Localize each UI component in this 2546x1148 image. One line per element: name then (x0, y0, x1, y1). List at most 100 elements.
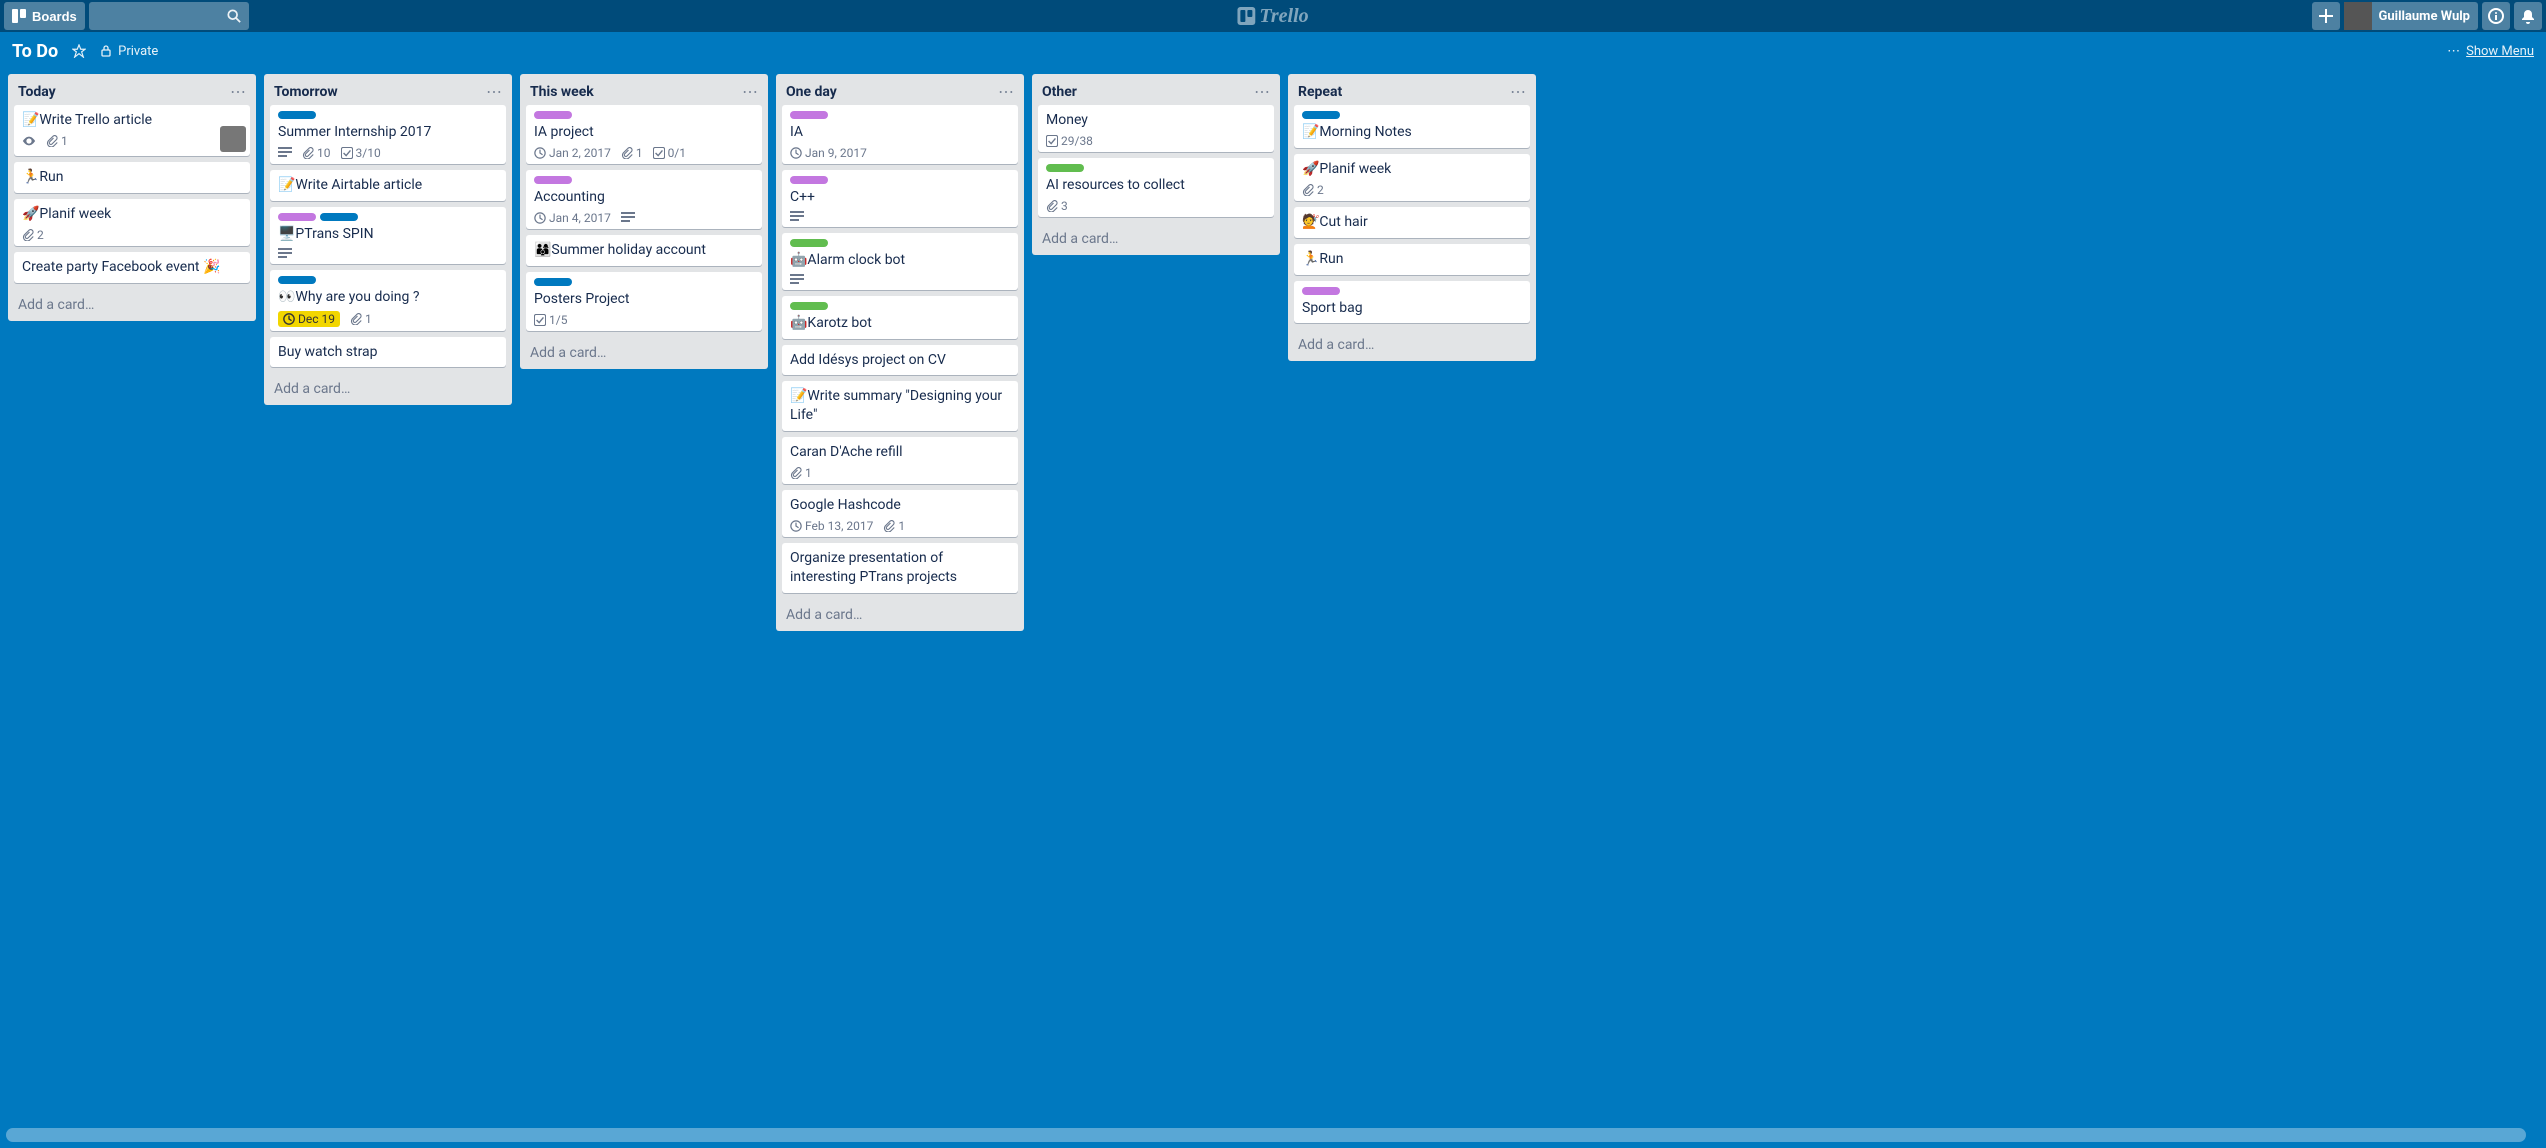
card-badges: 29/38 (1046, 134, 1266, 148)
star-board-button[interactable] (72, 44, 86, 58)
label-blue[interactable] (278, 111, 316, 119)
card[interactable]: Money29/38 (1038, 105, 1274, 152)
card[interactable]: Add Idésys project on CV (782, 345, 1018, 376)
label-green[interactable] (790, 239, 828, 247)
card[interactable]: 👀Why are you doing ?Dec 191 (270, 270, 506, 331)
ellipsis-icon: ⋯ (2447, 44, 2460, 59)
info-button[interactable] (2482, 2, 2510, 30)
card[interactable]: Sport bag (1294, 281, 1530, 324)
list-menu-button[interactable]: ⋯ (1510, 82, 1526, 101)
card[interactable]: 👨‍👩‍👦Summer holiday account (526, 235, 762, 266)
card-labels (278, 111, 498, 119)
card[interactable]: AI resources to collect3 (1038, 158, 1274, 217)
card-labels (790, 302, 1010, 310)
card[interactable]: IAJan 9, 2017 (782, 105, 1018, 164)
list-title[interactable]: This week (530, 84, 742, 100)
add-card-button[interactable]: Add a card… (8, 289, 256, 321)
list-menu-button[interactable]: ⋯ (998, 82, 1014, 101)
user-name: Guillaume Wulp (2378, 9, 2470, 24)
card[interactable]: 🏃Run (1294, 244, 1530, 275)
card-labels (790, 176, 1010, 184)
card[interactable]: 🖥️PTrans SPIN (270, 207, 506, 264)
label-blue[interactable] (320, 213, 358, 221)
list-title[interactable]: Tomorrow (274, 84, 486, 100)
card[interactable]: C++ (782, 170, 1018, 227)
card[interactable]: 🚀Planif week2 (1294, 154, 1530, 201)
card[interactable]: 🤖Karotz bot (782, 296, 1018, 339)
card-labels (534, 176, 754, 184)
list: Tomorrow⋯ Summer Internship 2017103/10 📝Wr… (264, 74, 512, 405)
card[interactable]: Summer Internship 2017103/10 (270, 105, 506, 164)
card[interactable]: 📝Morning Notes (1294, 105, 1530, 148)
list: One day⋯ IAJan 9, 2017 C++ 🤖Alarm clock bot… (776, 74, 1024, 631)
label-purple[interactable] (534, 111, 572, 119)
description-badge (790, 274, 804, 286)
card[interactable]: Google HashcodeFeb 13, 20171 (782, 490, 1018, 537)
list-title[interactable]: Today (18, 84, 230, 100)
card-badges: Jan 9, 2017 (790, 146, 1010, 160)
list-title[interactable]: One day (786, 84, 998, 100)
watch-badge (22, 134, 36, 148)
card[interactable]: AccountingJan 4, 2017 (526, 170, 762, 229)
label-purple[interactable] (790, 111, 828, 119)
card[interactable]: Buy watch strap (270, 337, 506, 368)
card[interactable]: 📝Write summary "Designing your Life" (782, 381, 1018, 431)
list-menu-button[interactable]: ⋯ (230, 82, 246, 101)
card-badges: 103/10 (278, 146, 498, 160)
label-purple[interactable] (534, 176, 572, 184)
trello-logo[interactable]: Trello (1237, 5, 1308, 28)
horizontal-scrollbar[interactable] (6, 1128, 2526, 1142)
list-menu-button[interactable]: ⋯ (1254, 82, 1270, 101)
card[interactable]: Caran D'Ache refill1 (782, 437, 1018, 484)
attachment-badge: 1 (790, 466, 812, 480)
list-title[interactable]: Repeat (1298, 84, 1510, 100)
date-badge: Jan 4, 2017 (534, 211, 611, 225)
boards-button[interactable]: Boards (4, 2, 85, 30)
card[interactable]: 🚀Planif week2 (14, 199, 250, 246)
board-title[interactable]: To Do (12, 41, 58, 62)
label-purple[interactable] (790, 176, 828, 184)
card[interactable]: Create party Facebook event 🎉 (14, 252, 250, 283)
card-title: 🤖Karotz bot (790, 314, 1010, 333)
menu-button[interactable]: ⋯ Show Menu (2447, 44, 2534, 59)
add-card-button[interactable]: Add a card… (776, 599, 1024, 631)
card[interactable]: 📝Write Trello article1 (14, 105, 250, 156)
user-menu[interactable]: Guillaume Wulp (2344, 2, 2478, 30)
label-blue[interactable] (1302, 111, 1340, 119)
board-canvas[interactable]: Today⋯📝Write Trello article1🏃Run🚀Planif … (0, 70, 2546, 1128)
card[interactable]: Posters Project1/5 (526, 272, 762, 331)
card[interactable]: 📝Write Airtable article (270, 170, 506, 201)
card[interactable]: 💇Cut hair (1294, 207, 1530, 238)
list: Other⋯ Money29/38 AI resources to collect3… (1032, 74, 1280, 255)
list-title[interactable]: Other (1042, 84, 1254, 100)
list-cards: IA projectJan 2, 201710/1 AccountingJan 4… (520, 105, 768, 337)
search-input[interactable] (89, 2, 249, 30)
card-badges: 1 (790, 466, 1010, 480)
label-blue[interactable] (534, 278, 572, 286)
label-green[interactable] (790, 302, 828, 310)
card-title: IA project (534, 123, 754, 142)
visibility-button[interactable]: Private (100, 44, 158, 59)
card[interactable]: 🏃Run (14, 162, 250, 193)
add-card-button[interactable]: Add a card… (1032, 223, 1280, 255)
notifications-button[interactable] (2514, 2, 2542, 30)
attachment-badge: 10 (302, 146, 331, 160)
card[interactable]: Organize presentation of interesting PTr… (782, 543, 1018, 593)
card[interactable]: IA projectJan 2, 201710/1 (526, 105, 762, 164)
list-menu-button[interactable]: ⋯ (486, 82, 502, 101)
label-green[interactable] (1046, 164, 1084, 172)
card[interactable]: 🤖Alarm clock bot (782, 233, 1018, 290)
create-button[interactable] (2312, 2, 2340, 30)
card-badges: 1/5 (534, 313, 754, 327)
add-card-button[interactable]: Add a card… (1288, 329, 1536, 361)
card-title: Organize presentation of interesting PTr… (790, 549, 1010, 587)
member-avatar[interactable] (220, 126, 246, 152)
list-menu-button[interactable]: ⋯ (742, 82, 758, 101)
date-badge: Jan 9, 2017 (790, 146, 867, 160)
label-blue[interactable] (278, 276, 316, 284)
label-purple[interactable] (278, 213, 316, 221)
add-card-button[interactable]: Add a card… (520, 337, 768, 369)
trello-logo-text: Trello (1259, 5, 1308, 28)
add-card-button[interactable]: Add a card… (264, 373, 512, 405)
label-purple[interactable] (1302, 287, 1340, 295)
